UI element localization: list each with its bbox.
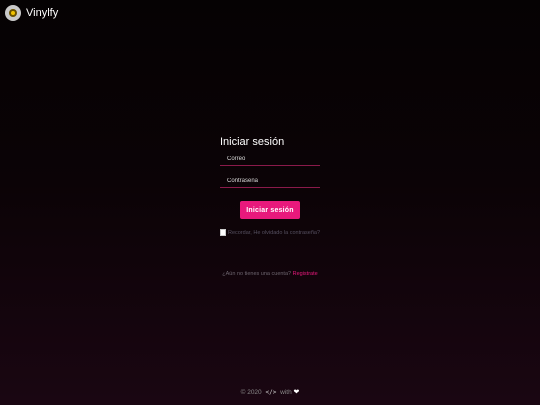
remember-checkbox-row[interactable]: Recordar, He olvidado la contraseña?	[220, 229, 320, 236]
with-text: with	[280, 389, 292, 396]
password-field[interactable]	[220, 174, 320, 187]
signup-prompt: ¿Aún no tienes una cuenta? Registrate	[220, 271, 320, 277]
remember-label: Recordar, He olvidado la contraseña?	[227, 229, 320, 236]
vinyl-record-icon	[5, 5, 21, 21]
brand[interactable]: Vinylfy	[5, 5, 58, 21]
login-button[interactable]: Iniciar sesión	[240, 201, 300, 219]
login-title: Iniciar sesión	[220, 136, 285, 148]
code-icon: </>	[265, 389, 277, 396]
signup-prompt-text: ¿Aún no tienes una cuenta?	[222, 271, 292, 277]
footer: © 2020 </> with ❤	[0, 388, 540, 396]
remember-checkbox[interactable]	[220, 229, 226, 236]
login-form: Iniciar sesión Iniciar sesión Recordar, …	[220, 136, 320, 277]
email-field-wrapper	[220, 152, 320, 166]
heart-icon: ❤	[293, 388, 300, 396]
password-field-wrapper	[220, 174, 320, 188]
brand-name: Vinylfy	[26, 7, 59, 19]
copyright-text: © 2020	[240, 389, 262, 396]
email-field[interactable]	[220, 152, 320, 165]
signup-link[interactable]: Registrate	[293, 271, 318, 277]
